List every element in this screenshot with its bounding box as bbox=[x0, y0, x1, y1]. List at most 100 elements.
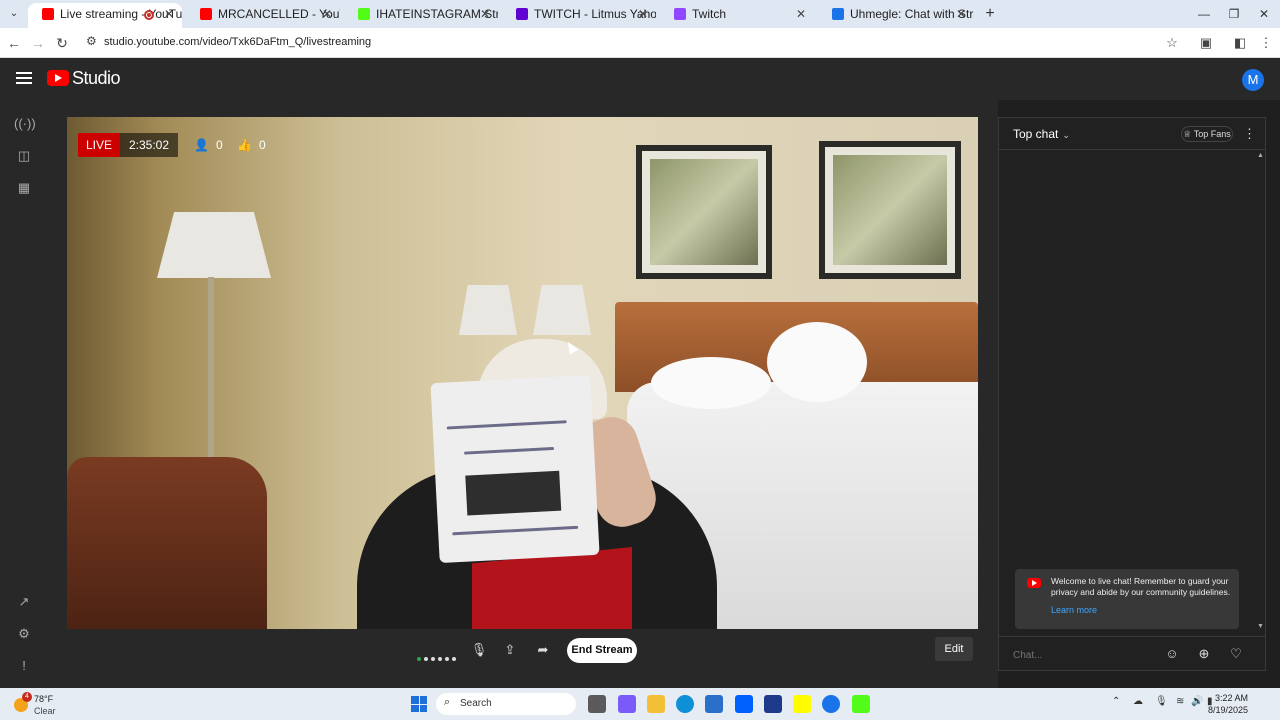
minimize-button[interactable]: — bbox=[1189, 4, 1219, 24]
sign-photo bbox=[465, 470, 562, 516]
external-link-icon[interactable]: ↗ bbox=[14, 592, 34, 612]
taskbar-search[interactable]: ⌕ Search bbox=[436, 693, 576, 715]
manage-calendar-icon[interactable]: ▦ bbox=[14, 178, 34, 198]
wall-picture-left bbox=[636, 145, 772, 279]
microphone-icon[interactable]: 🎙 bbox=[468, 639, 490, 661]
hamburger-menu-icon[interactable] bbox=[16, 72, 32, 84]
youtube-favicon-icon bbox=[42, 8, 54, 20]
thumbs-up-icon: 👍 bbox=[237, 138, 252, 152]
browser-menu-icon[interactable]: ⋮ bbox=[1256, 33, 1276, 53]
top-fans-button[interactable]: ♕ Top Fans bbox=[1181, 126, 1233, 142]
windows-taskbar: 4 78°F Clear ⌕ Search ⌃ ☁ 🎙 ≋ 🔊 ▮ 3:22 A… bbox=[0, 688, 1280, 720]
account-avatar[interactable]: M bbox=[1242, 69, 1264, 91]
viewer-count-value: 0 bbox=[216, 138, 223, 152]
microsoft-store-icon[interactable] bbox=[705, 695, 723, 713]
settings-gear-icon[interactable]: ⚙ bbox=[14, 624, 34, 644]
tab-twitch-search[interactable]: TWITCH - Litmus Yahoo Search ✕ bbox=[502, 3, 656, 28]
clock-time: 3:22 AM bbox=[1214, 693, 1248, 703]
armchair bbox=[67, 457, 267, 629]
side-panel-icon[interactable]: ◧ bbox=[1230, 33, 1250, 53]
uhmegle-favicon-icon bbox=[832, 8, 844, 20]
reload-button[interactable]: ↻ bbox=[52, 33, 72, 53]
tab-search-icon[interactable]: ⌄ bbox=[4, 4, 24, 24]
stream-preview-video[interactable] bbox=[67, 117, 978, 629]
studio-header: Studio M bbox=[0, 58, 1280, 100]
close-tab-icon[interactable]: ✕ bbox=[796, 3, 806, 26]
top-fans-label: Top Fans bbox=[1193, 129, 1231, 139]
paper-sign bbox=[430, 374, 600, 564]
tray-microphone-icon[interactable]: 🎙 bbox=[1155, 696, 1168, 707]
recording-icon bbox=[144, 10, 154, 20]
heart-icon[interactable]: ♡ bbox=[1227, 645, 1245, 663]
welcome-banner: Welcome to live chat! Remember to guard … bbox=[1015, 569, 1239, 629]
onedrive-cloud-icon[interactable]: ☁ bbox=[1133, 696, 1143, 707]
kick-favicon-icon bbox=[358, 8, 370, 20]
streaming-app-icon[interactable] bbox=[852, 695, 870, 713]
tab-uhmegle[interactable]: Uhmegle: Chat with Strangers | ... ✕ bbox=[818, 3, 974, 28]
snapchat-icon[interactable] bbox=[793, 695, 811, 713]
like-count: 👍 0 bbox=[237, 136, 266, 154]
close-tab-icon[interactable]: ✕ bbox=[322, 3, 332, 26]
notification-badge: 4 bbox=[22, 692, 32, 702]
stream-control-bar: 🎙 ⇪ ➦ End Stream Edit bbox=[67, 629, 978, 671]
learn-more-link[interactable]: Learn more bbox=[1051, 605, 1097, 615]
pillow bbox=[651, 357, 771, 409]
photoshop-icon[interactable] bbox=[764, 695, 782, 713]
restore-button[interactable]: ❐ bbox=[1219, 4, 1249, 24]
scroll-down-arrow-icon[interactable]: ▼ bbox=[1257, 623, 1264, 630]
forward-button[interactable]: → bbox=[28, 33, 48, 53]
chat-more-options-icon[interactable]: ⋮ bbox=[1243, 126, 1256, 142]
chat-mode-label: Top chat bbox=[1013, 127, 1059, 141]
close-tab-icon[interactable]: ✕ bbox=[638, 3, 648, 26]
edge-browser-icon[interactable] bbox=[676, 695, 694, 713]
weather-condition: Clear bbox=[34, 706, 56, 716]
feedback-icon[interactable]: ! bbox=[14, 656, 34, 676]
live-chat-panel: Top chat ⌄ ♕ Top Fans ⋮ ▲ ▼ Welcome to li… bbox=[998, 117, 1266, 671]
screen-share-icon[interactable]: ⇪ bbox=[499, 639, 521, 661]
stream-health-indicator bbox=[417, 648, 459, 666]
windows-start-icon[interactable] bbox=[411, 696, 427, 712]
emoji-icon[interactable]: ☺ bbox=[1163, 645, 1181, 663]
stream-timer: 2:35:02 bbox=[120, 133, 178, 157]
stream-broadcast-icon[interactable]: ((·)) bbox=[14, 114, 36, 134]
close-tab-icon[interactable]: ✕ bbox=[480, 3, 490, 26]
close-tab-icon[interactable]: ✕ bbox=[164, 3, 174, 26]
tab-live-streaming[interactable]: Live streaming - YouTube Studio ✕ bbox=[28, 3, 182, 28]
scroll-up-arrow-icon[interactable]: ▲ bbox=[1257, 152, 1264, 159]
share-icon[interactable]: ➦ bbox=[532, 639, 554, 661]
chat-header: Top chat ⌄ ♕ Top Fans ⋮ bbox=[999, 118, 1265, 150]
chat-input[interactable] bbox=[1013, 645, 1183, 665]
close-tab-icon[interactable]: ✕ bbox=[956, 3, 966, 26]
chrome-browser-icon[interactable] bbox=[822, 695, 840, 713]
tab-mrcancelled[interactable]: MRCANCELLED - YouTube ✕ bbox=[186, 3, 340, 28]
copilot-icon[interactable] bbox=[618, 695, 636, 713]
chevron-down-icon: ⌄ bbox=[1062, 130, 1070, 140]
extension-icon[interactable]: ▣ bbox=[1196, 33, 1216, 53]
site-info-icon[interactable]: ⚙ bbox=[86, 34, 97, 48]
back-button[interactable]: ← bbox=[4, 33, 24, 53]
search-icon: ⌕ bbox=[444, 696, 451, 708]
edit-button[interactable]: Edit bbox=[935, 637, 973, 661]
bookmark-star-icon[interactable]: ☆ bbox=[1162, 33, 1182, 53]
twitch-favicon-icon bbox=[674, 8, 686, 20]
close-window-button[interactable]: ✕ bbox=[1249, 4, 1279, 24]
like-count-value: 0 bbox=[259, 138, 266, 152]
webcam-camera-icon[interactable]: ◫ bbox=[14, 146, 34, 166]
end-stream-button[interactable]: End Stream bbox=[567, 638, 637, 663]
url-text[interactable]: studio.youtube.com/video/Txk6DaFtm_Q/liv… bbox=[104, 36, 371, 48]
new-tab-button[interactable]: + bbox=[980, 4, 1000, 24]
tray-overflow-icon[interactable]: ⌃ bbox=[1112, 696, 1120, 707]
tab-twitch[interactable]: Twitch ✕ bbox=[660, 3, 814, 28]
floor-lamp bbox=[157, 212, 271, 278]
studio-logo-text[interactable]: Studio bbox=[72, 68, 121, 89]
task-view-icon[interactable] bbox=[588, 695, 606, 713]
wifi-icon[interactable]: ≋ bbox=[1176, 696, 1184, 707]
add-icon[interactable]: ⊕ bbox=[1195, 645, 1213, 663]
tab-ihateinstagram[interactable]: IHATEINSTAGRAM Stream - Watch ✕ bbox=[344, 3, 498, 28]
chat-mode-dropdown[interactable]: Top chat ⌄ bbox=[1013, 127, 1070, 141]
dropbox-icon[interactable] bbox=[735, 695, 753, 713]
youtube-logo-icon[interactable] bbox=[47, 70, 69, 86]
system-clock[interactable]: 3:22 AM 8/19/2025 bbox=[1198, 692, 1248, 716]
file-explorer-icon[interactable] bbox=[647, 695, 665, 713]
omnibox[interactable]: ⚙ studio.youtube.com/video/Txk6DaFtm_Q/l… bbox=[78, 31, 1190, 55]
